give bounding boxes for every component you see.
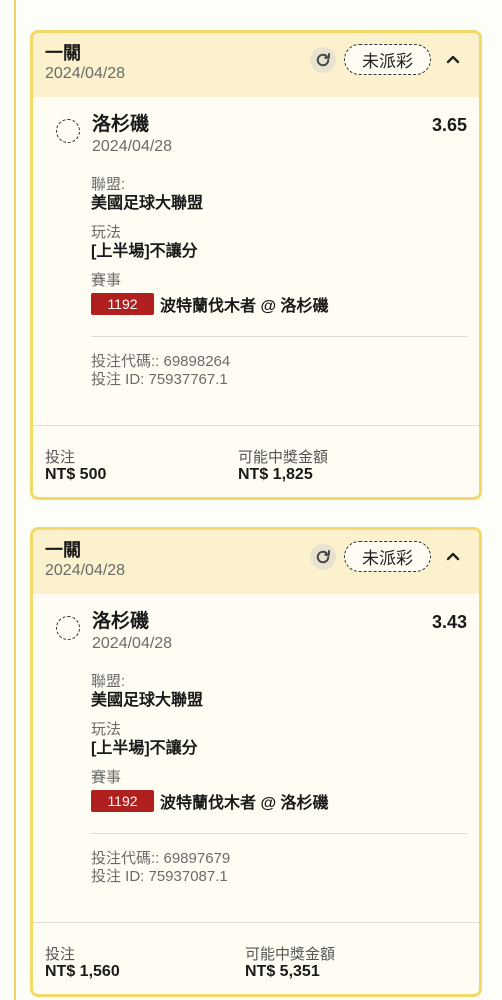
bet-card-header[interactable]: 一關 2024/04/28 未派彩 bbox=[33, 33, 479, 97]
market-label: 玩法 bbox=[91, 721, 122, 738]
status-badge: 未派彩 bbox=[344, 44, 431, 75]
payout-value: NT$ 5,351 bbox=[245, 963, 320, 980]
event-label: 賽事 bbox=[91, 769, 122, 786]
event-name: 波特蘭伐木者 @ 洛杉磯 bbox=[160, 298, 329, 315]
refresh-icon[interactable] bbox=[310, 544, 336, 570]
stake-value: NT$ 500 bbox=[45, 466, 107, 483]
bet-id: 投注 ID: 75937087.1 bbox=[91, 868, 228, 885]
refresh-icon[interactable] bbox=[310, 47, 336, 73]
event-id-badge: 1192 bbox=[91, 293, 154, 315]
league-label: 聯盟: bbox=[91, 176, 126, 193]
radio-unselected-icon[interactable] bbox=[56, 616, 80, 640]
bet-card: 一關 2024/04/28 未派彩 洛杉磯 2024/04/28 3.65 聯盟… bbox=[30, 30, 482, 500]
event-label: 賽事 bbox=[91, 272, 122, 289]
bet-footer: 投注 NT$ 500 可能中獎金額 NT$ 1,825 bbox=[33, 425, 479, 497]
odds-value: 3.65 bbox=[431, 115, 467, 135]
bet-card: 一關 2024/04/28 未派彩 洛杉磯 2024/04/28 3.43 聯盟… bbox=[30, 527, 482, 997]
event-name: 波特蘭伐木者 @ 洛杉磯 bbox=[160, 795, 329, 812]
bet-id: 投注 ID: 75937767.1 bbox=[91, 371, 228, 388]
market-value: [上半場]不讓分 bbox=[91, 740, 198, 757]
market-label: 玩法 bbox=[91, 224, 122, 241]
odds-value: 3.43 bbox=[431, 612, 467, 632]
league-value: 美國足球大聯盟 bbox=[91, 195, 204, 212]
payout-label: 可能中獎金額 bbox=[238, 449, 329, 466]
selection-date: 2024/04/28 bbox=[92, 635, 173, 652]
status-badge: 未派彩 bbox=[344, 541, 431, 572]
market-value: [上半場]不讓分 bbox=[91, 243, 198, 260]
chevron-up-icon[interactable] bbox=[442, 544, 464, 568]
bet-card-header[interactable]: 一關 2024/04/28 未派彩 bbox=[33, 530, 479, 594]
league-value: 美國足球大聯盟 bbox=[91, 692, 204, 709]
bet-footer: 投注 NT$ 1,560 可能中獎金額 NT$ 5,351 bbox=[33, 922, 479, 994]
payout-label: 可能中獎金額 bbox=[245, 946, 336, 963]
selection-date: 2024/04/28 bbox=[92, 138, 173, 155]
selection-name: 洛杉磯 bbox=[92, 611, 150, 632]
left-rule bbox=[14, 0, 16, 1000]
selection-name: 洛杉磯 bbox=[92, 114, 150, 135]
stake-label: 投注 bbox=[45, 946, 76, 963]
stake-label: 投注 bbox=[45, 449, 76, 466]
bet-code: 投注代碼:: 69897679 bbox=[91, 850, 231, 867]
payout-value: NT$ 1,825 bbox=[238, 466, 313, 483]
radio-unselected-icon[interactable] bbox=[56, 119, 80, 143]
bet-code: 投注代碼:: 69898264 bbox=[91, 353, 231, 370]
league-label: 聯盟: bbox=[91, 673, 126, 690]
divider bbox=[91, 833, 467, 834]
event-id-badge: 1192 bbox=[91, 790, 154, 812]
divider bbox=[91, 336, 467, 337]
stake-value: NT$ 1,560 bbox=[45, 963, 120, 980]
chevron-up-icon[interactable] bbox=[442, 47, 464, 71]
